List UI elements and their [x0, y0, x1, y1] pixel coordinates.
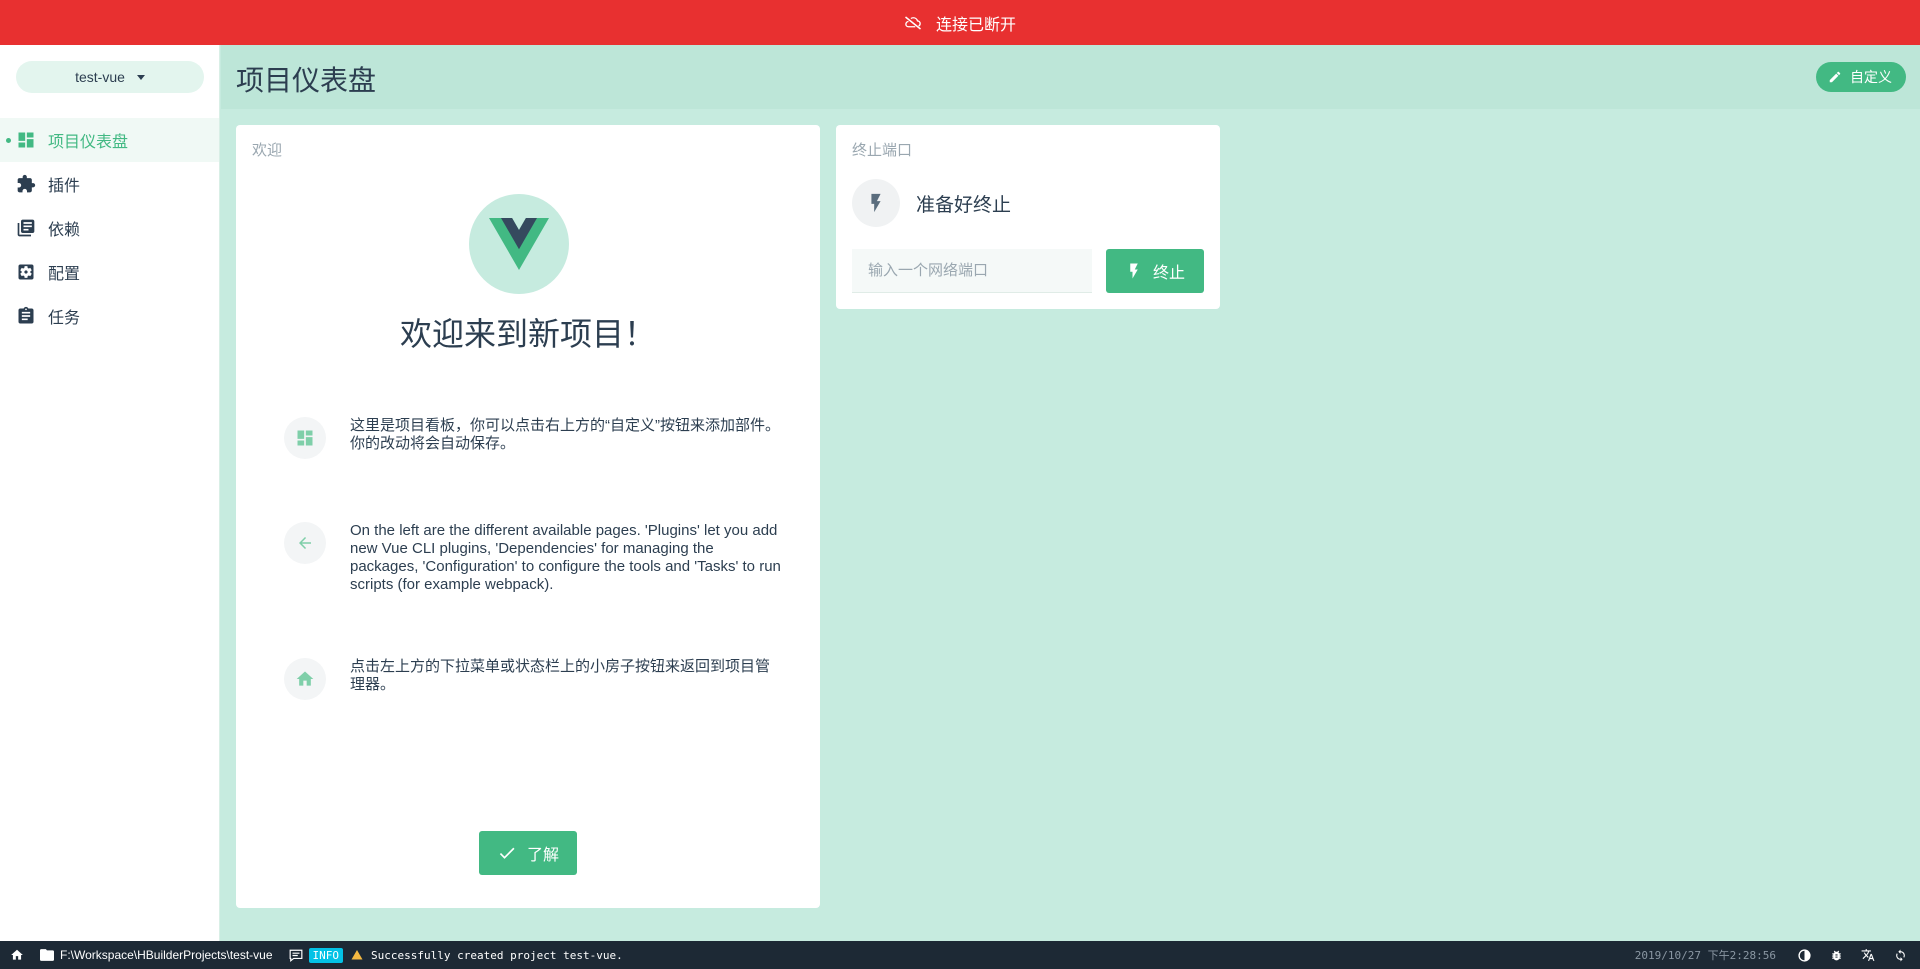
- active-indicator: [6, 138, 11, 143]
- kill-port-widget: 终止端口 准备好终止 终止: [836, 125, 1220, 309]
- port-input[interactable]: [852, 249, 1092, 293]
- arrow-back-icon: [284, 522, 326, 564]
- sidebar: test-vue 项目仪表盘 插件 依赖 配置 任务: [0, 45, 220, 941]
- assignment-icon: [16, 306, 36, 326]
- welcome-heading: 欢迎来到新项目！: [399, 316, 656, 352]
- project-path[interactable]: F:\Workspace\HBuilderProjects\test-vue: [32, 941, 281, 969]
- dark-mode-toggle[interactable]: [1788, 941, 1820, 969]
- sidebar-item-label: 配置: [48, 266, 81, 283]
- sidebar-item-dependencies[interactable]: 依赖: [0, 206, 219, 250]
- sidebar-item-label: 依赖: [48, 222, 81, 239]
- settings-applications-icon: [16, 262, 36, 282]
- welcome-widget: 欢迎 欢迎来到新项目！ 这里是项目看板，你可以点击右上方的“自定义”按钮来添加部…: [236, 125, 820, 908]
- flash-icon: [1130, 263, 1138, 279]
- translate-icon: [1861, 949, 1875, 961]
- cloud-off-icon: [905, 15, 921, 30]
- home-icon: [11, 949, 23, 960]
- sidebar-item-tasks[interactable]: 任务: [0, 294, 219, 338]
- sidebar-item-dashboard[interactable]: 项目仪表盘: [0, 118, 219, 162]
- customize-label: 自定义: [1850, 69, 1892, 85]
- pencil-icon: [1829, 71, 1841, 83]
- page-title: 项目仪表盘: [236, 65, 377, 96]
- report-bug-button[interactable]: [1820, 941, 1852, 969]
- understand-button[interactable]: 了解: [479, 831, 577, 875]
- project-selector[interactable]: test-vue: [16, 61, 204, 93]
- connection-lost-banner: 连接已断开: [0, 0, 1920, 45]
- dashboard-icon: [284, 417, 326, 459]
- puzzle-icon: [16, 174, 36, 194]
- status-bar-left: F:\Workspace\HBuilderProjects\test-vue I…: [0, 941, 631, 969]
- connection-status-text: 连接已断开: [935, 16, 1016, 34]
- kill-label: 终止: [1152, 265, 1185, 282]
- status-datetime: 2019/10/27 下午2:28:56: [1634, 949, 1776, 962]
- tip-text: 这里是项目看板，你可以点击右上方的“自定义”按钮来添加部件。你的改动将会自动保存…: [350, 417, 780, 452]
- sidebar-item-label: 项目仪表盘: [48, 134, 129, 151]
- folder-icon: [40, 949, 54, 961]
- understand-label: 了解: [526, 847, 559, 864]
- tip-text: On the left are the different available …: [350, 522, 781, 593]
- kill-status-text: 准备好终止: [916, 194, 1012, 216]
- sidebar-item-label: 任务: [48, 310, 81, 327]
- message-icon: [289, 949, 302, 962]
- log-message: Successfully created project test-vue.: [371, 948, 623, 962]
- vue-logo: [469, 194, 569, 294]
- caret-down-icon: [136, 74, 145, 80]
- sidebar-item-configuration[interactable]: 配置: [0, 250, 219, 294]
- language-button[interactable]: [1852, 941, 1884, 969]
- status-bar-right: 2019/10/27 下午2:28:56: [1635, 941, 1916, 969]
- widget-title: 欢迎: [252, 142, 283, 159]
- home-button[interactable]: [0, 941, 32, 969]
- customize-button[interactable]: 自定义: [1816, 62, 1906, 92]
- tip-text: 点击左上方的下拉菜单或状态栏上的小房子按钮来返回到项目管理器。: [350, 658, 771, 693]
- dashboard-icon: [16, 130, 36, 150]
- sidebar-nav: 项目仪表盘 插件 依赖 配置 任务: [0, 118, 219, 338]
- tip-item: On the left are the different available …: [284, 522, 784, 594]
- home-icon: [284, 658, 326, 700]
- project-path-text: F:\Workspace\HBuilderProjects\test-vue: [60, 948, 273, 962]
- refresh-icon: [1895, 949, 1905, 961]
- project-name: test-vue: [75, 69, 125, 85]
- status-bar: F:\Workspace\HBuilderProjects\test-vue I…: [0, 941, 1920, 969]
- tip-item: 点击左上方的下拉菜单或状态栏上的小房子按钮来返回到项目管理器。: [284, 658, 784, 700]
- warning-icon: [351, 950, 363, 960]
- sidebar-item-plugins[interactable]: 插件: [0, 162, 219, 206]
- refresh-button[interactable]: [1884, 941, 1916, 969]
- flash-icon: [852, 179, 900, 227]
- kill-button[interactable]: 终止: [1106, 249, 1204, 293]
- library-books-icon: [16, 218, 36, 238]
- contrast-icon: [1797, 948, 1811, 962]
- sidebar-item-label: 插件: [48, 178, 81, 195]
- log-level-badge: INFO: [308, 947, 344, 963]
- page-header: 项目仪表盘 自定义: [221, 45, 1920, 109]
- bug-icon: [1831, 950, 1841, 960]
- tip-item: 这里是项目看板，你可以点击右上方的“自定义”按钮来添加部件。你的改动将会自动保存…: [284, 417, 784, 459]
- widget-title: 终止端口: [852, 142, 913, 159]
- console-log[interactable]: INFO Successfully created project test-v…: [281, 941, 631, 969]
- check-icon: [499, 847, 515, 859]
- kill-status: 准备好终止: [852, 179, 1011, 227]
